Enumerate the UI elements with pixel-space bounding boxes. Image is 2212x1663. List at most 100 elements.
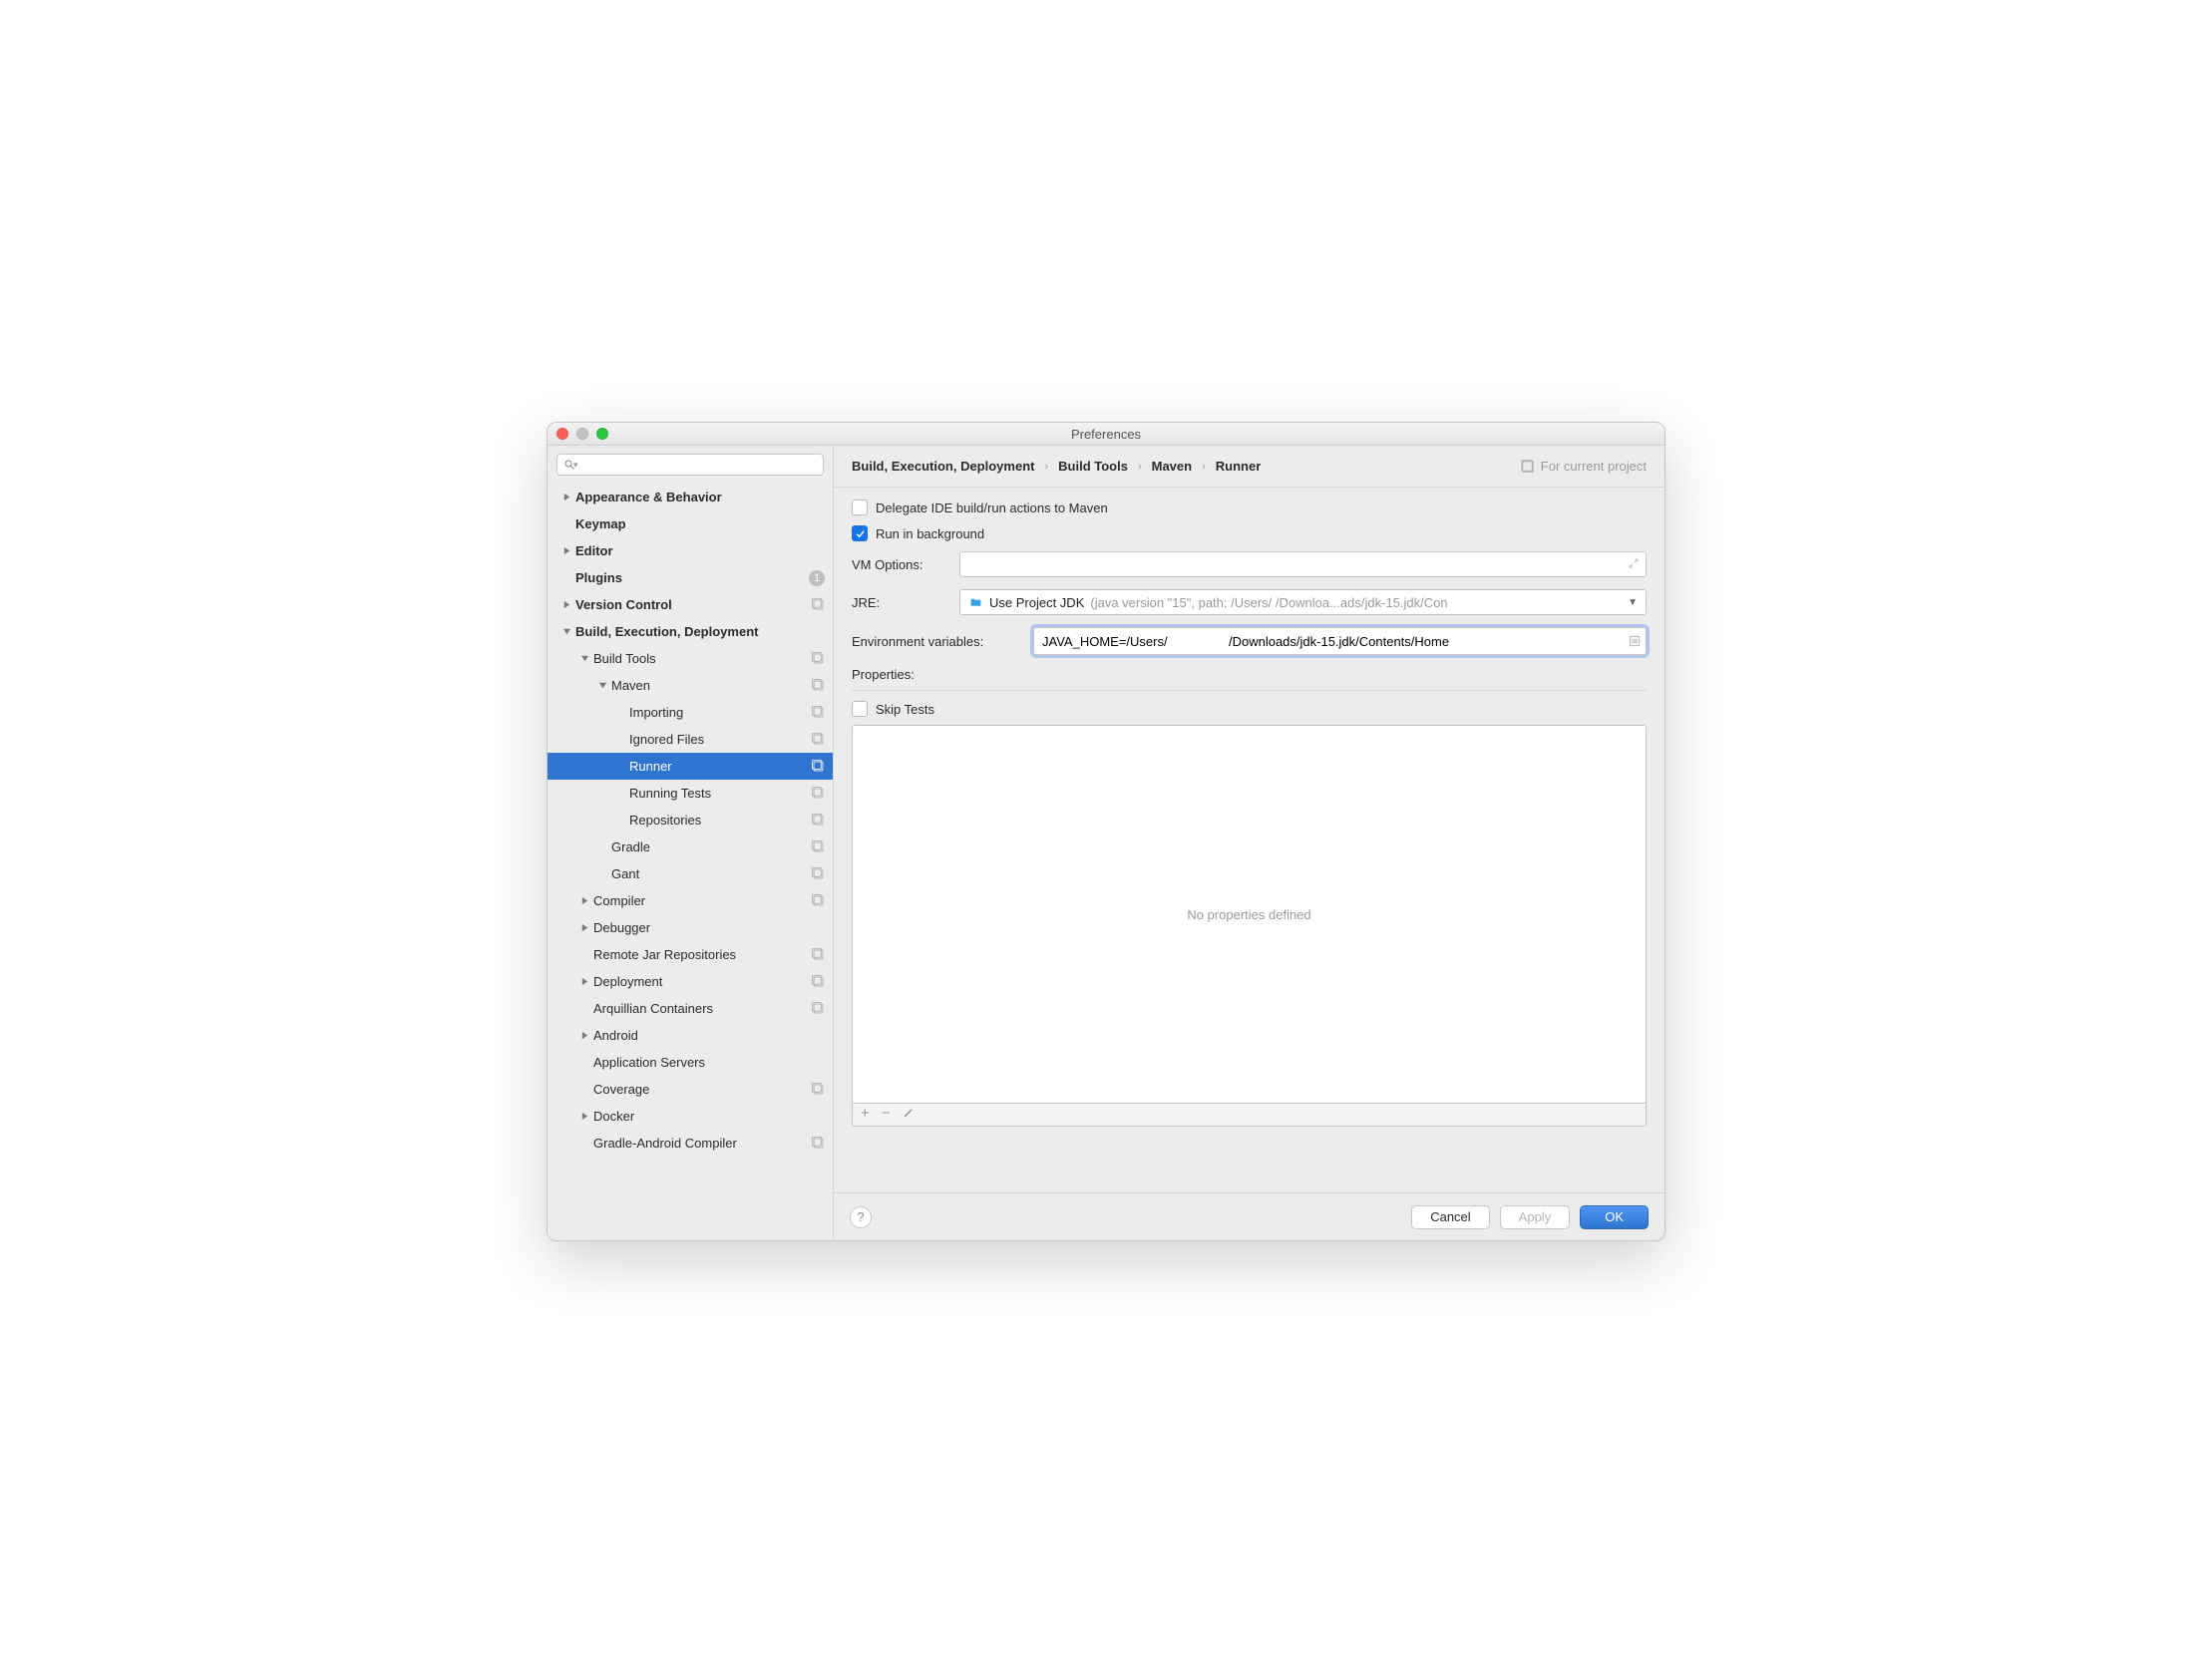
sidebar-item-label: Running Tests [629, 786, 811, 801]
arrow-spacer [615, 762, 625, 772]
zoom-icon[interactable] [596, 428, 608, 440]
arrow-spacer [579, 950, 589, 960]
sidebar-item-label: Remote Jar Repositories [593, 947, 811, 962]
sidebar-item[interactable]: Ignored Files [548, 726, 833, 753]
search-input[interactable]: ▾ [556, 454, 824, 476]
help-button[interactable]: ? [850, 1206, 872, 1228]
sidebar: ▾ Appearance & BehaviorKeymap Editor Plugi… [548, 446, 834, 1240]
properties-table[interactable]: No properties defined [852, 725, 1647, 1104]
sidebar-item-label: Importing [629, 705, 811, 720]
sidebar-item-label: Docker [593, 1109, 825, 1124]
arrow-spacer [579, 1004, 589, 1014]
arrow-spacer [615, 789, 625, 799]
apply-button[interactable]: Apply [1500, 1205, 1571, 1229]
divider [852, 690, 1647, 691]
sidebar-item[interactable]: Repositories [548, 807, 833, 833]
remove-icon[interactable]: − [882, 1106, 891, 1121]
expand-icon[interactable] [1628, 557, 1640, 572]
folder-icon [968, 596, 983, 609]
sidebar-item[interactable]: Gant [548, 860, 833, 887]
sidebar-item[interactable]: Version Control [548, 591, 833, 618]
sidebar-item[interactable]: Debugger [548, 914, 833, 941]
arrow-spacer [615, 735, 625, 745]
jre-value-detail: (java version "15", path: /Users/ /Downl… [1090, 595, 1447, 610]
project-scope-icon [811, 1002, 825, 1016]
sidebar-item[interactable]: Gradle [548, 833, 833, 860]
add-icon[interactable]: + [861, 1106, 870, 1121]
sidebar-item[interactable]: Running Tests [548, 780, 833, 807]
crumb-3: Runner [1216, 459, 1262, 474]
chevron-right-icon [561, 493, 571, 502]
chevron-down-icon: ▾ [573, 460, 578, 471]
sidebar-item[interactable]: Keymap [548, 510, 833, 537]
search-field[interactable] [582, 458, 817, 472]
sidebar-item[interactable]: Remote Jar Repositories [548, 941, 833, 968]
properties-toolbar: + − [852, 1101, 1647, 1127]
sidebar-item[interactable]: Build Tools [548, 645, 833, 672]
background-label: Run in background [876, 526, 984, 541]
sidebar-item[interactable]: Plugins1 [548, 564, 833, 591]
close-icon[interactable] [556, 428, 568, 440]
sidebar-item[interactable]: Importing [548, 699, 833, 726]
sidebar-item-label: Android [593, 1028, 825, 1043]
project-scope-icon [1521, 460, 1535, 474]
project-scope-icon [811, 652, 825, 666]
sidebar-item[interactable]: Deployment [548, 968, 833, 995]
sidebar-item[interactable]: Compiler [548, 887, 833, 914]
ok-button[interactable]: OK [1580, 1205, 1649, 1229]
chevron-right-icon: › [1202, 461, 1206, 473]
project-scope-icon [811, 733, 825, 747]
sidebar-item-label: Debugger [593, 920, 825, 935]
dialog-footer: ? Cancel Apply OK [834, 1192, 1664, 1240]
arrow-spacer [615, 708, 625, 718]
skip-tests-checkbox[interactable]: Skip Tests [852, 701, 1647, 717]
checkbox-icon [852, 701, 868, 717]
sidebar-item[interactable]: Runner [548, 753, 833, 780]
chevron-right-icon [561, 600, 571, 610]
background-checkbox[interactable]: Run in background [852, 525, 1647, 541]
project-scope-icon [811, 787, 825, 801]
arrow-spacer [615, 816, 625, 826]
settings-tree[interactable]: Appearance & BehaviorKeymap Editor Plugins… [548, 482, 833, 1240]
chevron-right-icon: › [1138, 461, 1142, 473]
arrow-spacer [597, 842, 607, 852]
list-icon[interactable] [1624, 634, 1646, 648]
vm-options-input[interactable] [959, 551, 1647, 577]
sidebar-item-label: Coverage [593, 1082, 811, 1097]
sidebar-item-label: Repositories [629, 813, 811, 828]
sidebar-item[interactable]: Arquillian Containers [548, 995, 833, 1022]
chevron-right-icon [561, 546, 571, 556]
window-controls [556, 428, 608, 440]
arrow-spacer [561, 519, 571, 529]
sidebar-item[interactable]: Application Servers [548, 1049, 833, 1076]
project-scope-icon [811, 598, 825, 612]
arrow-spacer [579, 1139, 589, 1149]
sidebar-item[interactable]: Build, Execution, Deployment [548, 618, 833, 645]
sidebar-item-label: Editor [575, 543, 825, 558]
sidebar-item[interactable]: Editor [548, 537, 833, 564]
edit-icon[interactable] [903, 1106, 916, 1122]
sidebar-item[interactable]: Coverage [548, 1076, 833, 1103]
properties-empty-text: No properties defined [1187, 907, 1310, 922]
project-scope-icon [811, 1137, 825, 1151]
project-scope-icon [811, 894, 825, 908]
sidebar-item-label: Gradle-Android Compiler [593, 1136, 811, 1151]
sidebar-item-label: Compiler [593, 893, 811, 908]
sidebar-item[interactable]: Android [548, 1022, 833, 1049]
cancel-button[interactable]: Cancel [1411, 1205, 1489, 1229]
sidebar-item[interactable]: Appearance & Behavior [548, 484, 833, 510]
preferences-window: Preferences ▾ Appearance & BehaviorKeyma… [547, 422, 1665, 1241]
sidebar-item[interactable]: Docker [548, 1103, 833, 1130]
window-title: Preferences [548, 427, 1664, 442]
sidebar-item-label: Maven [611, 678, 811, 693]
sidebar-item[interactable]: Maven [548, 672, 833, 699]
env-vars-field[interactable] [1034, 634, 1624, 649]
delegate-checkbox[interactable]: Delegate IDE build/run actions to Maven [852, 499, 1647, 515]
project-scope-icon [811, 975, 825, 989]
env-vars-input[interactable] [1033, 627, 1647, 655]
sidebar-item[interactable]: Gradle-Android Compiler [548, 1130, 833, 1157]
project-scope-icon [811, 840, 825, 854]
chevron-down-icon [597, 681, 607, 691]
jre-select[interactable]: Use Project JDK (java version "15", path… [959, 589, 1647, 615]
minimize-icon[interactable] [576, 428, 588, 440]
